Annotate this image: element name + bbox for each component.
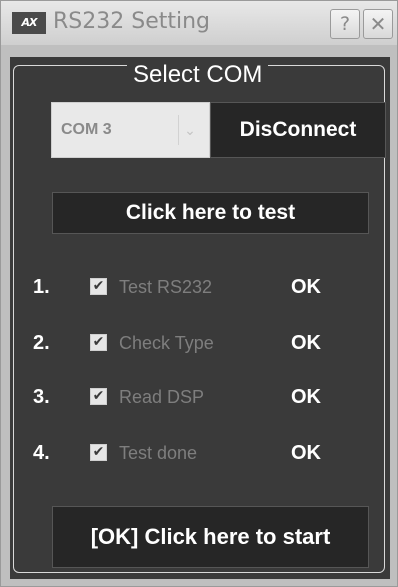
title-bar[interactable]: AX RS232 Setting ? ✕ [1,1,397,45]
app-logo-icon: AX [12,12,46,34]
step-label: Test RS232 [119,277,213,297]
step-row: 1. ✔ Test RS232 OK [14,272,386,302]
step-status: OK [291,276,321,298]
window-title: RS232 Setting [53,9,211,34]
chevron-down-icon[interactable]: ⌄ [178,115,201,145]
step-status: OK [291,332,321,354]
disconnect-button[interactable]: DisConnect [210,102,386,158]
step-row: 2. ✔ Check Type OK [14,328,386,358]
start-button[interactable]: [OK] Click here to start [52,506,369,568]
select-com-group: Select COM COM 3 ⌄ DisConnect Click here… [13,63,386,573]
step-number: 2. [33,332,50,354]
com-port-value: COM 3 [61,121,112,138]
step-label: Check Type [119,333,214,353]
rs232-setting-window: AX RS232 Setting ? ✕ Select COM COM 3 ⌄ … [0,0,398,587]
step-label: Read DSP [119,387,205,407]
step-checkbox[interactable]: ✔ [90,334,107,351]
step-row: 3. ✔ Read DSP OK [14,382,386,412]
step-checkbox[interactable]: ✔ [90,444,107,461]
close-button[interactable]: ✕ [363,9,393,39]
step-checkbox[interactable]: ✔ [90,388,107,405]
help-button[interactable]: ? [330,9,360,39]
step-number: 3. [33,386,50,408]
step-checkbox[interactable]: ✔ [90,278,107,295]
com-port-select[interactable]: COM 3 ⌄ [51,102,210,158]
step-number: 1. [33,276,50,298]
step-status: OK [291,386,321,408]
step-number: 4. [33,442,50,464]
settings-panel: Select COM COM 3 ⌄ DisConnect Click here… [10,57,390,579]
step-row: 4. ✔ Test done OK [14,438,386,468]
group-legend: Select COM [127,63,269,87]
step-status: OK [291,442,321,464]
test-button[interactable]: Click here to test [52,192,369,234]
step-label: Test done [119,443,198,463]
